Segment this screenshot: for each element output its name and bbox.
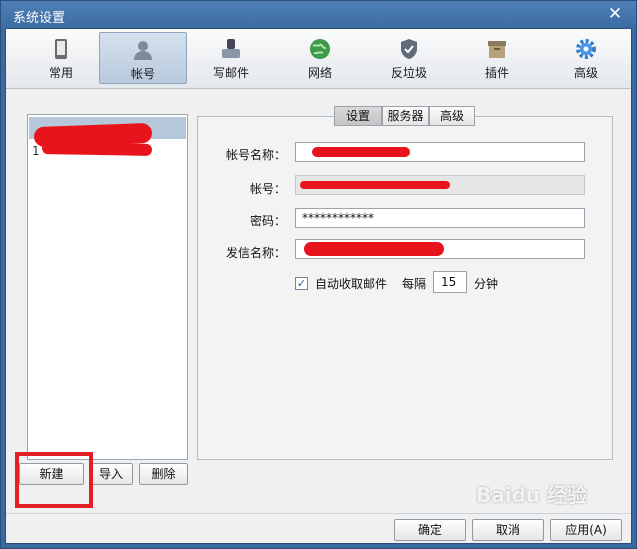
ok-button[interactable]: 确定	[394, 519, 466, 541]
cancel-button[interactable]: 取消	[472, 519, 544, 541]
delete-button[interactable]: 删除	[139, 463, 188, 485]
toolbar-label-plugins: 插件	[484, 66, 509, 80]
window-client: 常用 帐号 写邮件 网络 反垃圾 插件 高级 1 新建 导入 删除 设置 服务器…	[5, 28, 632, 544]
redaction-mark	[304, 242, 444, 256]
dialog-footer: 确定 取消 应用(A)	[6, 513, 631, 543]
sender-name-field[interactable]	[295, 239, 585, 259]
toolbar-item-antispam[interactable]: 反垃圾	[365, 32, 453, 84]
account-label: 帐号：	[249, 182, 286, 196]
account-list[interactable]: 1	[27, 114, 188, 460]
user-icon	[134, 41, 152, 60]
globe-icon	[310, 39, 330, 59]
toolbar-item-network[interactable]: 网络	[276, 32, 364, 84]
subtab-advanced[interactable]: 高级	[429, 106, 475, 126]
plugin-box-icon	[488, 41, 506, 58]
window-title: 系统设置	[13, 11, 66, 26]
compose-icon	[222, 39, 240, 58]
title-bar: 系统设置 ✕	[1, 1, 636, 29]
toolbar-label-compose: 写邮件	[212, 66, 249, 80]
subtab-server[interactable]: 服务器	[382, 106, 429, 126]
toolbar-item-account[interactable]: 帐号	[99, 32, 187, 84]
apply-button[interactable]: 应用(A)	[550, 519, 622, 541]
toolbar-label-network: 网络	[307, 66, 332, 80]
toolbar-item-compose[interactable]: 写邮件	[187, 32, 275, 84]
password-field[interactable]: ************	[295, 208, 585, 228]
phone-icon	[55, 39, 67, 59]
toolbar-label-general: 常用	[48, 66, 73, 80]
toolbar-label-antispam: 反垃圾	[390, 66, 427, 80]
subtab-settings[interactable]: 设置	[334, 106, 382, 126]
redaction-mark	[41, 142, 153, 156]
redaction-mark	[312, 147, 410, 157]
toolbar-label-advanced: 高级	[573, 66, 598, 80]
account-field	[295, 175, 585, 195]
import-button[interactable]: 导入	[89, 463, 133, 485]
redaction-mark	[300, 181, 450, 189]
toolbar-item-plugins[interactable]: 插件	[453, 32, 541, 84]
settings-toolbar: 常用 帐号 写邮件 网络 反垃圾 插件 高级	[6, 29, 631, 89]
watermark: Baidu 经验	[476, 483, 588, 507]
account-name-label: 帐号名称：	[225, 148, 286, 162]
toolbar-label-account: 帐号	[130, 67, 155, 81]
settings-window: 系统设置 ✕ 常用 帐号 写邮件 网络 反垃圾 插件 高级 1 新建 导入 删除…	[0, 0, 637, 549]
account-name-field[interactable]	[295, 142, 585, 162]
annotation-highlight	[15, 452, 93, 508]
shield-icon	[401, 39, 417, 59]
interval-unit-label: 分钟	[474, 277, 499, 291]
password-label: 密码：	[249, 214, 286, 228]
gear-icon	[576, 39, 596, 59]
interval-prefix-label: 每隔	[402, 277, 427, 291]
toolbar-item-advanced[interactable]: 高级	[542, 32, 630, 84]
toolbar-item-general[interactable]: 常用	[17, 32, 105, 84]
auto-receive-checkbox[interactable]: ✓	[295, 277, 308, 290]
close-button[interactable]: ✕	[604, 4, 626, 24]
sender-name-label: 发信名称：	[225, 246, 286, 260]
auto-receive-label: 自动收取邮件	[315, 277, 388, 291]
interval-minutes-input[interactable]: 15	[433, 271, 467, 293]
